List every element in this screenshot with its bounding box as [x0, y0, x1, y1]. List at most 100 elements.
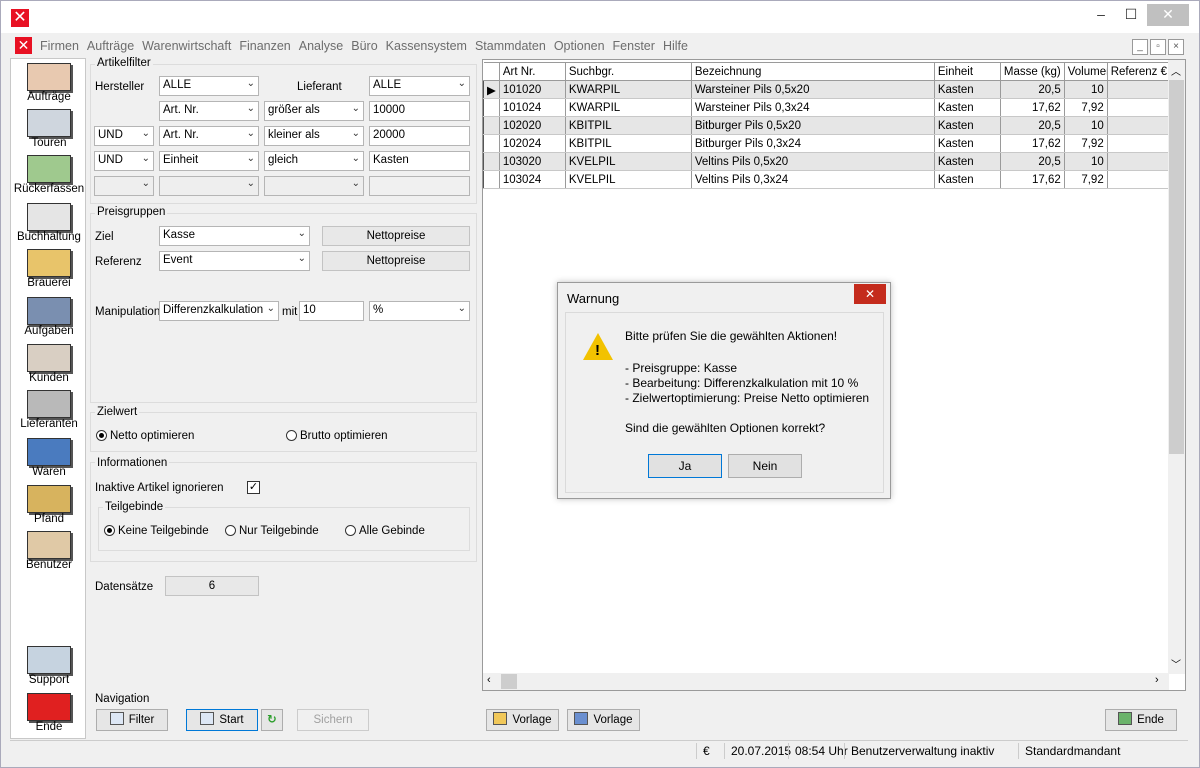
sidebar-item-buchhaltung[interactable]: Buchhaltung	[11, 203, 87, 243]
dialog-close-button[interactable]: ✕	[854, 284, 886, 304]
sidebar-item-pfand[interactable]: Pfand	[11, 485, 87, 525]
menu-warenwirtschaft[interactable]: Warenwirtschaft	[142, 39, 231, 53]
chevron-down-icon: ⌄	[246, 128, 255, 139]
filter-value-input-1[interactable]: 10000	[369, 101, 470, 121]
table-row[interactable]: 101024 KWARPIL Warsteiner Pils 0,3x24 Ka…	[483, 98, 1174, 117]
alle-gebinde-radio[interactable]: Alle Gebinde	[345, 525, 425, 537]
col-header-masse[interactable]: Masse (kg)	[999, 62, 1065, 81]
vertical-scrollbar[interactable]: ︿ ﹀	[1168, 60, 1185, 674]
menu-kassensystem[interactable]: Kassensystem	[386, 39, 467, 53]
chevron-down-icon: ⌄	[246, 78, 255, 89]
col-header-volumen[interactable]: Volumen	[1063, 62, 1108, 81]
filter-value-input-4[interactable]	[369, 176, 470, 196]
horizontal-scroll-thumb[interactable]	[501, 674, 517, 689]
filter-field-combo-3[interactable]: Einheit ⌄	[159, 151, 259, 171]
sidebar-item-rueckerfassen[interactable]: Rückerfassen	[11, 155, 87, 195]
chevron-down-icon[interactable]: ﹀	[1171, 656, 1181, 671]
chevron-up-icon[interactable]: ︿	[1171, 63, 1181, 78]
sidebar-item-waren[interactable]: Waren	[11, 438, 87, 478]
manipulation-value-input[interactable]: 10	[299, 301, 364, 321]
nur-teilgebinde-radio[interactable]: Nur Teilgebinde	[225, 525, 319, 537]
menu-buero[interactable]: Büro	[351, 39, 377, 53]
lieferant-combo[interactable]: ALLE ⌄	[369, 76, 470, 96]
hersteller-combo[interactable]: ALLE ⌄	[159, 76, 259, 96]
cell-suchbgr: KVELPIL	[565, 152, 692, 171]
chevron-right-icon[interactable]: ›	[1155, 674, 1159, 686]
mdi-restore-button[interactable]: ▫	[1150, 39, 1166, 55]
menu-stammdaten[interactable]: Stammdaten	[475, 39, 546, 53]
dialog-ja-button[interactable]: Ja	[648, 454, 722, 478]
vorlage-save-button[interactable]: Vorlage	[567, 709, 640, 731]
unit-combo[interactable]: % ⌄	[369, 301, 470, 321]
sidebar-item-kunden[interactable]: Kunden	[11, 344, 87, 384]
col-header-suchbgr[interactable]: Suchbgr.	[564, 62, 692, 81]
maximize-button[interactable]: ☐	[1117, 4, 1145, 26]
sidebar-item-auftraege[interactable]: Aufträge	[11, 63, 87, 103]
menu-firmen[interactable]: Firmen	[40, 39, 79, 53]
start-button[interactable]: Start	[186, 709, 258, 731]
chevron-left-icon[interactable]: ‹	[487, 674, 491, 686]
keine-teilgebinde-radio[interactable]: Keine Teilgebinde	[104, 525, 209, 537]
ziel-combo[interactable]: Kasse ⌄	[159, 226, 310, 246]
inaktive-artikel-checkbox[interactable]: ✓	[247, 481, 260, 494]
sidebar-item-lieferanten[interactable]: Lieferanten	[11, 390, 87, 430]
informationen-title: Informationen	[95, 457, 170, 469]
menu-app-icon[interactable]: ✕	[15, 37, 32, 54]
table-row[interactable]: 102020 KBITPIL Bitburger Pils 0,5x20 Kas…	[483, 116, 1174, 135]
filter-button[interactable]: Filter	[96, 709, 168, 731]
table-row[interactable]: 102024 KBITPIL Bitburger Pils 0,3x24 Kas…	[483, 134, 1174, 153]
menu-optionen[interactable]: Optionen	[554, 39, 605, 53]
brutto-radio[interactable]: Brutto optimieren	[286, 430, 388, 442]
menu-auftraege[interactable]: Aufträge	[87, 39, 134, 53]
ende-button[interactable]: Ende	[1105, 709, 1177, 731]
undo-arrow-icon: ↻	[267, 714, 277, 726]
netto-radio[interactable]: Netto optimieren	[96, 430, 194, 442]
col-header-referenz[interactable]: Referenz €	[1106, 62, 1174, 81]
dialog-message-line: - Preisgruppe: Kasse	[625, 361, 738, 375]
dialog-nein-button[interactable]: Nein	[728, 454, 802, 478]
filter-op-combo-3[interactable]: gleich ⌄	[264, 151, 364, 171]
vorlage-open-button[interactable]: Vorlage	[486, 709, 559, 731]
minimize-button[interactable]: –	[1087, 4, 1115, 26]
table-row[interactable]: ▶ 101020 KWARPIL Warsteiner Pils 0,5x20 …	[483, 80, 1174, 99]
filter-field-combo-1[interactable]: Art. Nr. ⌄	[159, 101, 259, 121]
filter-field-combo-2[interactable]: Art. Nr. ⌄	[159, 126, 259, 146]
menu-analyse[interactable]: Analyse	[299, 39, 343, 53]
mdi-close-button[interactable]: ×	[1168, 39, 1184, 55]
filter-logic-combo-4[interactable]: ⌄	[94, 176, 154, 196]
mdi-minimize-button[interactable]: _	[1132, 39, 1148, 55]
menu-fenster[interactable]: Fenster	[613, 39, 655, 53]
sidebar-item-brauerei[interactable]: Brauerei	[11, 249, 87, 289]
filter-logic-combo-2[interactable]: UND ⌄	[94, 126, 154, 146]
manipulation-combo[interactable]: Differenzkalkulation ⌄	[159, 301, 279, 321]
filter-op-combo-1[interactable]: größer als ⌄	[264, 101, 364, 121]
sichern-button[interactable]: Sichern	[297, 709, 369, 731]
filter-op-value: größer als	[268, 104, 320, 116]
vertical-scroll-thumb[interactable]	[1169, 80, 1184, 454]
menu-hilfe[interactable]: Hilfe	[663, 39, 688, 53]
sidebar-item-support[interactable]: Support	[11, 646, 87, 686]
col-header-einheit[interactable]: Einheit	[933, 62, 1001, 81]
filter-value-input-3[interactable]: Kasten	[369, 151, 470, 171]
filter-field-combo-4[interactable]: ⌄	[159, 176, 259, 196]
close-window-button[interactable]: ✕	[1147, 4, 1189, 26]
status-bar: € 20.07.2015 08:54 Uhr Benutzerverwaltun…	[10, 740, 1188, 760]
referenz-combo[interactable]: Event ⌄	[159, 251, 310, 271]
sidebar-item-benutzer[interactable]: Benutzer	[11, 531, 87, 571]
cell-artnr: 101020	[499, 80, 566, 99]
filter-value-input-2[interactable]: 20000	[369, 126, 470, 146]
sidebar-item-ende[interactable]: Ende	[11, 693, 87, 733]
horizontal-scrollbar[interactable]: ‹ ›	[483, 673, 1169, 690]
table-row[interactable]: 103020 KVELPIL Veltins Pils 0,5x20 Kaste…	[483, 152, 1174, 171]
col-header-artnr[interactable]: Art Nr.	[498, 62, 566, 81]
filter-op-combo-4[interactable]: ⌄	[264, 176, 364, 196]
sidebar-item-touren[interactable]: Touren	[11, 109, 87, 149]
undo-button[interactable]: ↻	[261, 709, 283, 731]
table-row[interactable]: 103024 KVELPIL Veltins Pils 0,3x24 Kaste…	[483, 170, 1174, 189]
col-header-bezeichnung[interactable]: Bezeichnung	[690, 62, 935, 81]
sidebar-item-aufgaben[interactable]: Aufgaben	[11, 297, 87, 337]
filter-op-combo-2[interactable]: kleiner als ⌄	[264, 126, 364, 146]
power-icon	[27, 693, 71, 721]
filter-logic-combo-3[interactable]: UND ⌄	[94, 151, 154, 171]
menu-finanzen[interactable]: Finanzen	[239, 39, 290, 53]
